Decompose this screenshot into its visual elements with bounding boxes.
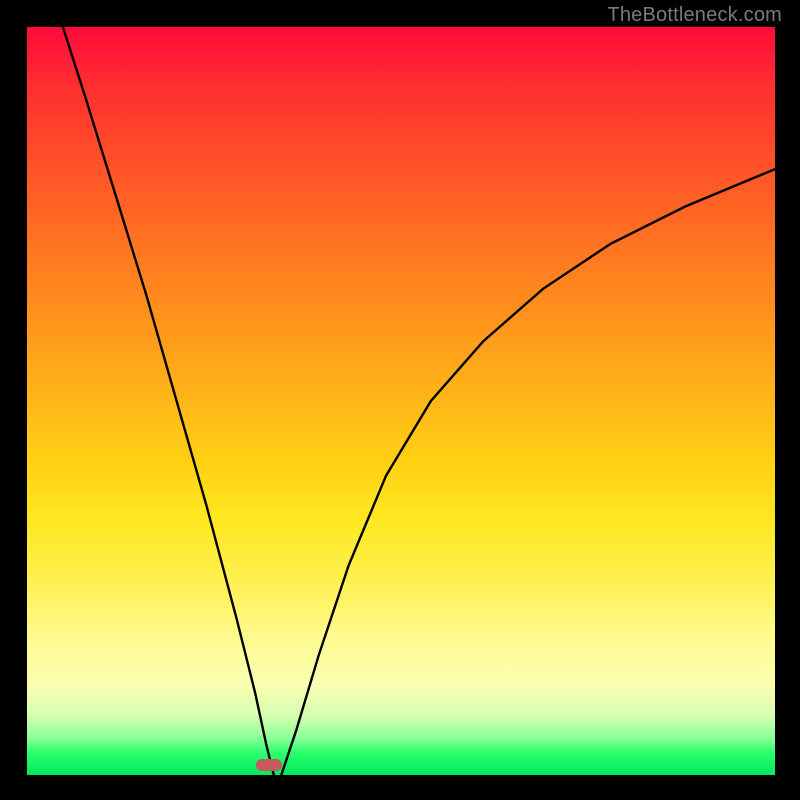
optimal-marker [256,759,282,771]
curve-left-branch [63,27,274,775]
chart-frame: TheBottleneck.com [0,0,800,800]
curve-right-branch [281,169,775,775]
bottleneck-curve [27,27,775,775]
attribution-label: TheBottleneck.com [607,4,782,27]
plot-area [27,27,775,775]
